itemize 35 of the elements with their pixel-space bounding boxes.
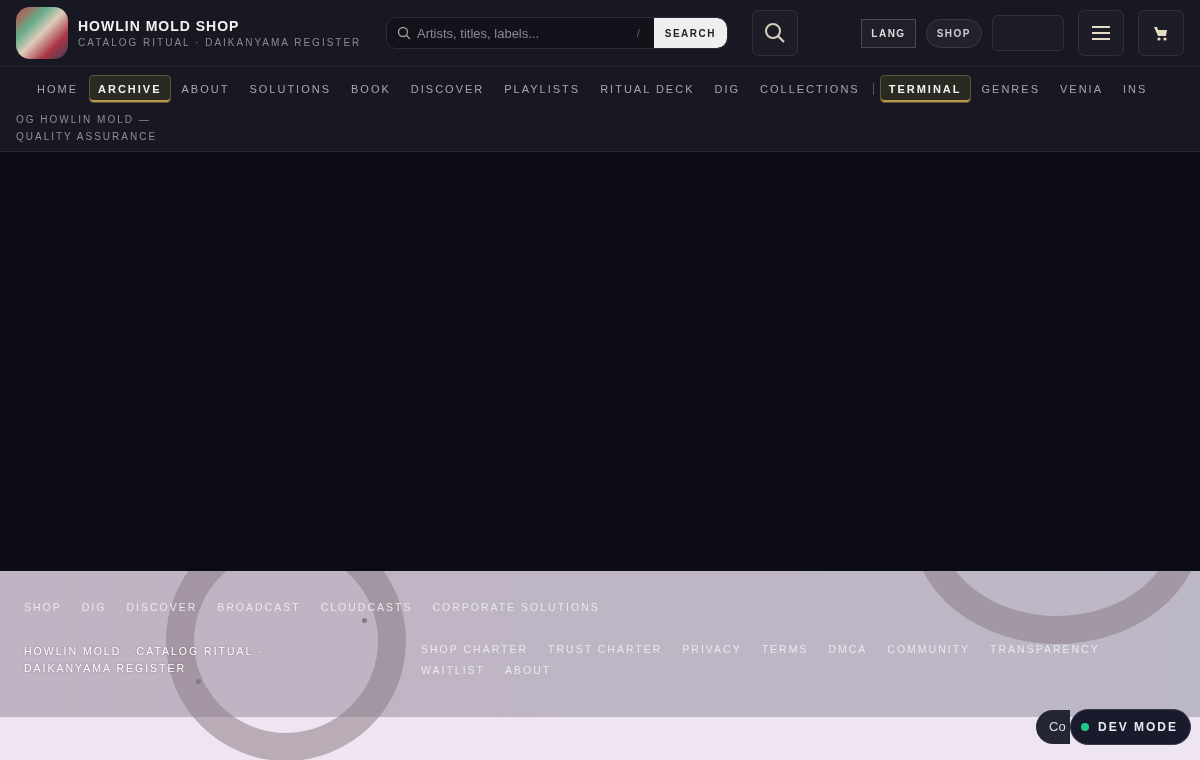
site-title: HOWLIN MOLD SHOP xyxy=(78,18,241,34)
language-button[interactable]: LANG xyxy=(861,18,916,48)
search-toggle-button[interactable] xyxy=(752,10,798,56)
cart-button[interactable] xyxy=(1138,10,1184,56)
search-button[interactable]: SEARCH xyxy=(653,18,727,48)
shortcut-hint: / xyxy=(636,27,640,39)
site-subtitle: CATALOG RITUAL · DAIKANYAMA REGISTER xyxy=(78,37,363,48)
nav-tab[interactable]: HOME xyxy=(28,75,87,103)
nav-tab[interactable]: RITUAL DECK xyxy=(591,75,704,103)
nav-tab[interactable]: GENRES xyxy=(972,75,1049,103)
nav-tab[interactable]: BOOK xyxy=(342,75,400,103)
tagline: OG HOWLIN MOLD — QUALITY ASSURANCE xyxy=(15,113,159,144)
menu-icon xyxy=(1092,26,1110,40)
nav-tab[interactable]: INS xyxy=(1114,75,1157,103)
nav-tab[interactable]: SOLUTIONS xyxy=(240,75,340,103)
shop-button[interactable]: SHOP xyxy=(925,18,982,48)
nav-tab[interactable]: DIG xyxy=(705,75,750,103)
chat-chip[interactable]: Co xyxy=(1036,710,1070,744)
nav-tab[interactable]: ABOUT xyxy=(172,75,239,103)
nav-tab[interactable]: PLAYLISTS xyxy=(495,75,590,103)
search-icon xyxy=(764,22,786,44)
nav-tab[interactable]: DISCOVER xyxy=(401,75,494,103)
dev-mode-toggle[interactable]: DEV MODE xyxy=(1070,709,1191,745)
nav-tab[interactable]: TERMINAL xyxy=(879,75,971,103)
dot-icon xyxy=(362,618,367,623)
footer-brand: HOWLIN MOLD · CATALOG RITUAL · DAIKANYAMA REGISTER xyxy=(24,644,265,676)
nav-tab[interactable]: ARCHIVE xyxy=(89,75,171,103)
nav-tab[interactable]: VENIA xyxy=(1051,75,1112,103)
search-icon xyxy=(397,26,411,40)
cart-icon xyxy=(1153,25,1169,41)
nav-tab[interactable]: COLLECTIONS xyxy=(751,75,869,103)
search-field[interactable]: Artists, titles, labels... / SEARCH xyxy=(386,17,728,49)
dot-icon xyxy=(196,679,201,684)
logo-image[interactable] xyxy=(16,7,68,59)
menu-button[interactable] xyxy=(1078,10,1124,56)
